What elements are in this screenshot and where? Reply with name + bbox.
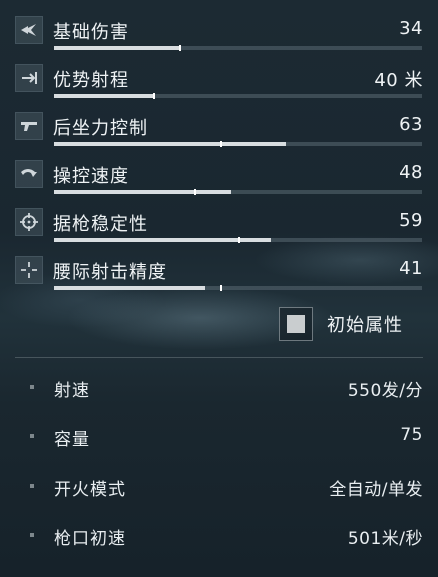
stat-bar-fill xyxy=(54,94,154,98)
stat-bar-fill xyxy=(54,190,231,194)
checkbox-check-mark xyxy=(287,315,305,333)
stat-row-hipfire: 腰际射击精度 41 xyxy=(0,246,438,294)
stat-bar-fill xyxy=(54,142,286,146)
spec-row-capacity: 容量 75 xyxy=(0,416,438,456)
stability-icon xyxy=(15,208,43,236)
stat-bar-marker xyxy=(219,285,222,291)
stat-label: 操控速度 xyxy=(53,166,129,187)
bullet-icon xyxy=(30,533,34,537)
stat-bar-fill xyxy=(54,286,205,290)
base-stats-checkbox[interactable] xyxy=(279,307,313,341)
spec-label: 枪口初速 xyxy=(54,529,126,549)
hipfire-icon xyxy=(15,256,43,284)
spec-label: 开火模式 xyxy=(54,480,126,500)
bullet-icon xyxy=(30,434,34,438)
stat-label: 后坐力控制 xyxy=(53,118,148,139)
stat-bar-marker xyxy=(219,141,222,147)
stat-value: 40 米 xyxy=(374,70,423,91)
stat-label: 优势射程 xyxy=(53,70,129,91)
base-stats-label: 初始属性 xyxy=(327,315,403,336)
spec-value: 550发/分 xyxy=(347,381,423,401)
stat-bar xyxy=(54,45,422,51)
stat-value: 59 xyxy=(399,210,423,231)
handling-icon xyxy=(15,160,43,188)
section-divider xyxy=(15,357,423,358)
stat-value: 34 xyxy=(399,18,423,39)
stat-label: 据枪稳定性 xyxy=(53,214,148,235)
recoil-icon xyxy=(15,112,43,140)
damage-icon xyxy=(15,16,43,44)
spec-row-fire-rate: 射速 550发/分 xyxy=(0,367,438,407)
stat-bar xyxy=(54,285,422,291)
base-stats-toggle[interactable]: 初始属性 xyxy=(279,306,403,342)
stat-row-range: 优势射程 40 米 xyxy=(0,54,438,102)
stat-bar xyxy=(54,189,422,195)
stat-value: 41 xyxy=(399,258,423,279)
range-icon xyxy=(15,64,43,92)
stat-row-handling: 操控速度 48 xyxy=(0,150,438,198)
stat-bar-marker xyxy=(238,237,240,243)
stat-bar-fill xyxy=(54,46,180,50)
stat-bar xyxy=(54,237,422,243)
stat-bar-marker xyxy=(153,93,156,99)
stat-bar xyxy=(54,93,422,99)
stat-row-recoil: 后坐力控制 63 xyxy=(0,102,438,150)
bullet-icon xyxy=(30,385,34,389)
spec-label: 容量 xyxy=(54,430,90,450)
spec-row-fire-mode: 开火模式 全自动/单发 xyxy=(0,466,438,506)
bullet-icon xyxy=(30,484,34,488)
spec-row-muzzle-velocity: 枪口初速 501米/秒 xyxy=(0,515,438,555)
stat-label: 腰际射击精度 xyxy=(53,262,167,283)
spec-value: 全自动/单发 xyxy=(329,480,423,500)
spec-value: 501米/秒 xyxy=(347,529,423,549)
stat-row-stability: 据枪稳定性 59 xyxy=(0,198,438,246)
stat-bar-marker xyxy=(179,45,182,51)
spec-label: 射速 xyxy=(54,381,90,401)
spec-value: 75 xyxy=(400,425,423,445)
stat-label: 基础伤害 xyxy=(53,22,129,43)
stat-value: 48 xyxy=(399,162,423,183)
stat-row-damage: 基础伤害 34 xyxy=(0,6,438,54)
stat-value: 63 xyxy=(399,114,423,135)
stat-bar-marker xyxy=(193,189,196,195)
stat-bar xyxy=(54,141,422,147)
